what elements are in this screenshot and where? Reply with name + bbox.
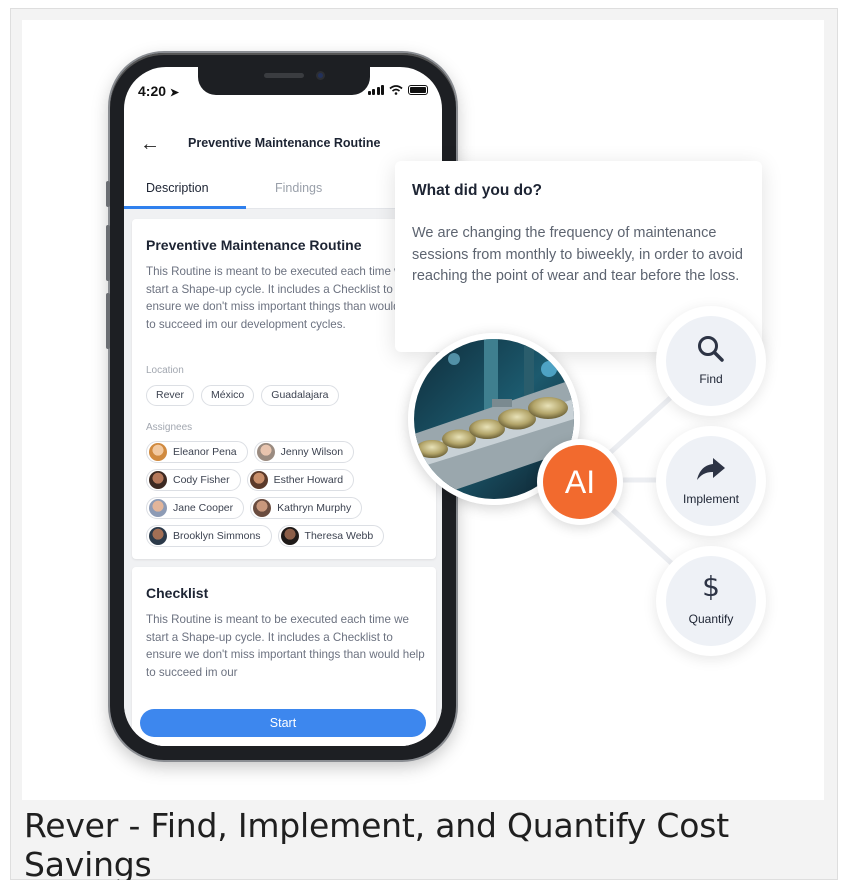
wifi-icon bbox=[389, 85, 403, 95]
ai-badge-label: AI bbox=[543, 445, 617, 519]
quantify-action[interactable]: $ Quantify bbox=[656, 546, 766, 656]
avatar bbox=[149, 443, 167, 461]
notch bbox=[198, 67, 370, 95]
assignee-name: Jenny Wilson bbox=[280, 446, 344, 458]
routine-description: This Routine is meant to be executed eac… bbox=[146, 265, 425, 331]
battery-icon bbox=[408, 85, 428, 95]
routine-card: Preventive Maintenance Routine This Rout… bbox=[132, 219, 436, 559]
location-chip[interactable]: Guadalajara bbox=[261, 385, 339, 406]
tab-findings[interactable]: Findings bbox=[275, 181, 322, 195]
implement-label: Implement bbox=[682, 492, 740, 506]
assignee-chip[interactable]: Cody Fisher bbox=[146, 469, 241, 491]
search-icon bbox=[666, 334, 756, 369]
find-action[interactable]: Find bbox=[656, 306, 766, 416]
status-icons bbox=[367, 85, 428, 95]
assignee-name: Kathryn Murphy bbox=[277, 502, 352, 514]
assignee-name: Jane Cooper bbox=[173, 502, 234, 514]
nav-bar: ← Preventive Maintenance Routine bbox=[124, 132, 442, 162]
start-button[interactable]: Start bbox=[140, 709, 426, 737]
assignee-chip[interactable]: Jenny Wilson bbox=[253, 441, 355, 463]
avatar bbox=[256, 443, 275, 461]
dollar-icon: $ bbox=[702, 570, 720, 603]
location-arrow-icon: ➤ bbox=[169, 87, 180, 99]
assignee-chip[interactable]: Jane Cooper bbox=[146, 497, 245, 519]
assignee-name: Theresa Webb bbox=[304, 530, 374, 542]
checklist-title: Checklist bbox=[146, 585, 209, 601]
popup-title: What did you do? bbox=[412, 182, 543, 199]
avatar bbox=[149, 499, 167, 517]
avatar bbox=[280, 527, 299, 545]
assignee-chip[interactable]: Kathryn Murphy bbox=[250, 497, 363, 519]
nav-title: Preventive Maintenance Routine bbox=[188, 136, 381, 150]
speaker bbox=[264, 73, 304, 78]
checklist-description: This Routine is meant to be executed eac… bbox=[146, 613, 425, 679]
phone-mockup: 4:20 ➤ ← Preventive Maintenance Routine … bbox=[106, 53, 456, 760]
avatar bbox=[253, 499, 272, 517]
popup-body: We are changing the frequency of mainten… bbox=[412, 225, 743, 284]
status-time: 4:20 ➤ bbox=[138, 83, 180, 99]
quantify-label: Quantify bbox=[688, 612, 734, 626]
assignee-name: Brooklyn Simmons bbox=[173, 530, 261, 542]
location-label: Location bbox=[146, 365, 184, 376]
back-arrow-icon[interactable]: ← bbox=[140, 134, 160, 154]
quantify-action-circle: $ Quantify bbox=[666, 556, 756, 646]
implement-action-circle: Implement bbox=[666, 436, 756, 526]
avatar bbox=[149, 527, 167, 545]
figure-caption: Rever - Find, Implement, and Quantify Co… bbox=[24, 806, 729, 880]
avatar bbox=[149, 471, 167, 489]
assignee-name: Eleanor Pena bbox=[173, 446, 237, 458]
share-arrow-icon bbox=[666, 456, 756, 487]
avatar bbox=[249, 471, 268, 489]
location-chip[interactable]: México bbox=[201, 385, 255, 406]
routine-title: Preventive Maintenance Routine bbox=[146, 237, 362, 253]
find-label: Find bbox=[699, 372, 723, 386]
assignee-chip[interactable]: Eleanor Pena bbox=[146, 441, 248, 463]
tab-description[interactable]: Description bbox=[146, 181, 209, 195]
find-action-circle: Find bbox=[666, 316, 756, 406]
location-chip[interactable]: Rever bbox=[146, 385, 195, 406]
implement-action[interactable]: Implement bbox=[656, 426, 766, 536]
volume-down-button bbox=[106, 293, 110, 349]
mute-switch bbox=[106, 181, 110, 207]
assignee-list: Eleanor Pena Jenny Wilson Cody Fisher Es… bbox=[146, 441, 426, 553]
assignee-chip[interactable]: Brooklyn Simmons bbox=[146, 525, 272, 547]
assignees-label: Assignees bbox=[146, 422, 193, 433]
assignee-chip[interactable]: Theresa Webb bbox=[277, 525, 385, 547]
assignee-name: Esther Howard bbox=[273, 474, 344, 486]
assignee-name: Cody Fisher bbox=[173, 474, 230, 486]
volume-up-button bbox=[106, 225, 110, 281]
location-chips: Rever México Guadalajara bbox=[146, 385, 339, 406]
signal-icon bbox=[367, 85, 384, 95]
camera bbox=[316, 71, 325, 80]
ai-badge: AI bbox=[537, 439, 623, 525]
assignee-chip[interactable]: Esther Howard bbox=[246, 469, 355, 491]
